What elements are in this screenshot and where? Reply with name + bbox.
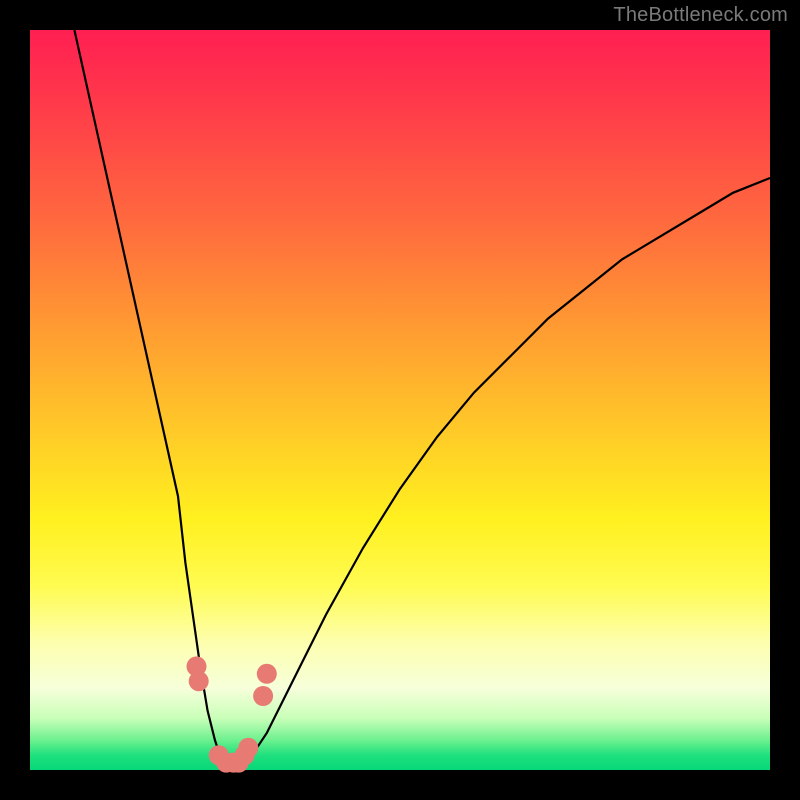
data-markers xyxy=(187,656,277,772)
bottleneck-curve xyxy=(74,30,770,770)
data-marker xyxy=(253,686,273,706)
chart-svg xyxy=(30,30,770,770)
outer-frame: TheBottleneck.com xyxy=(0,0,800,800)
data-marker xyxy=(189,671,209,691)
gradient-plot-area xyxy=(30,30,770,770)
data-marker xyxy=(257,664,277,684)
watermark-text: TheBottleneck.com xyxy=(613,4,788,27)
data-marker xyxy=(238,738,258,758)
